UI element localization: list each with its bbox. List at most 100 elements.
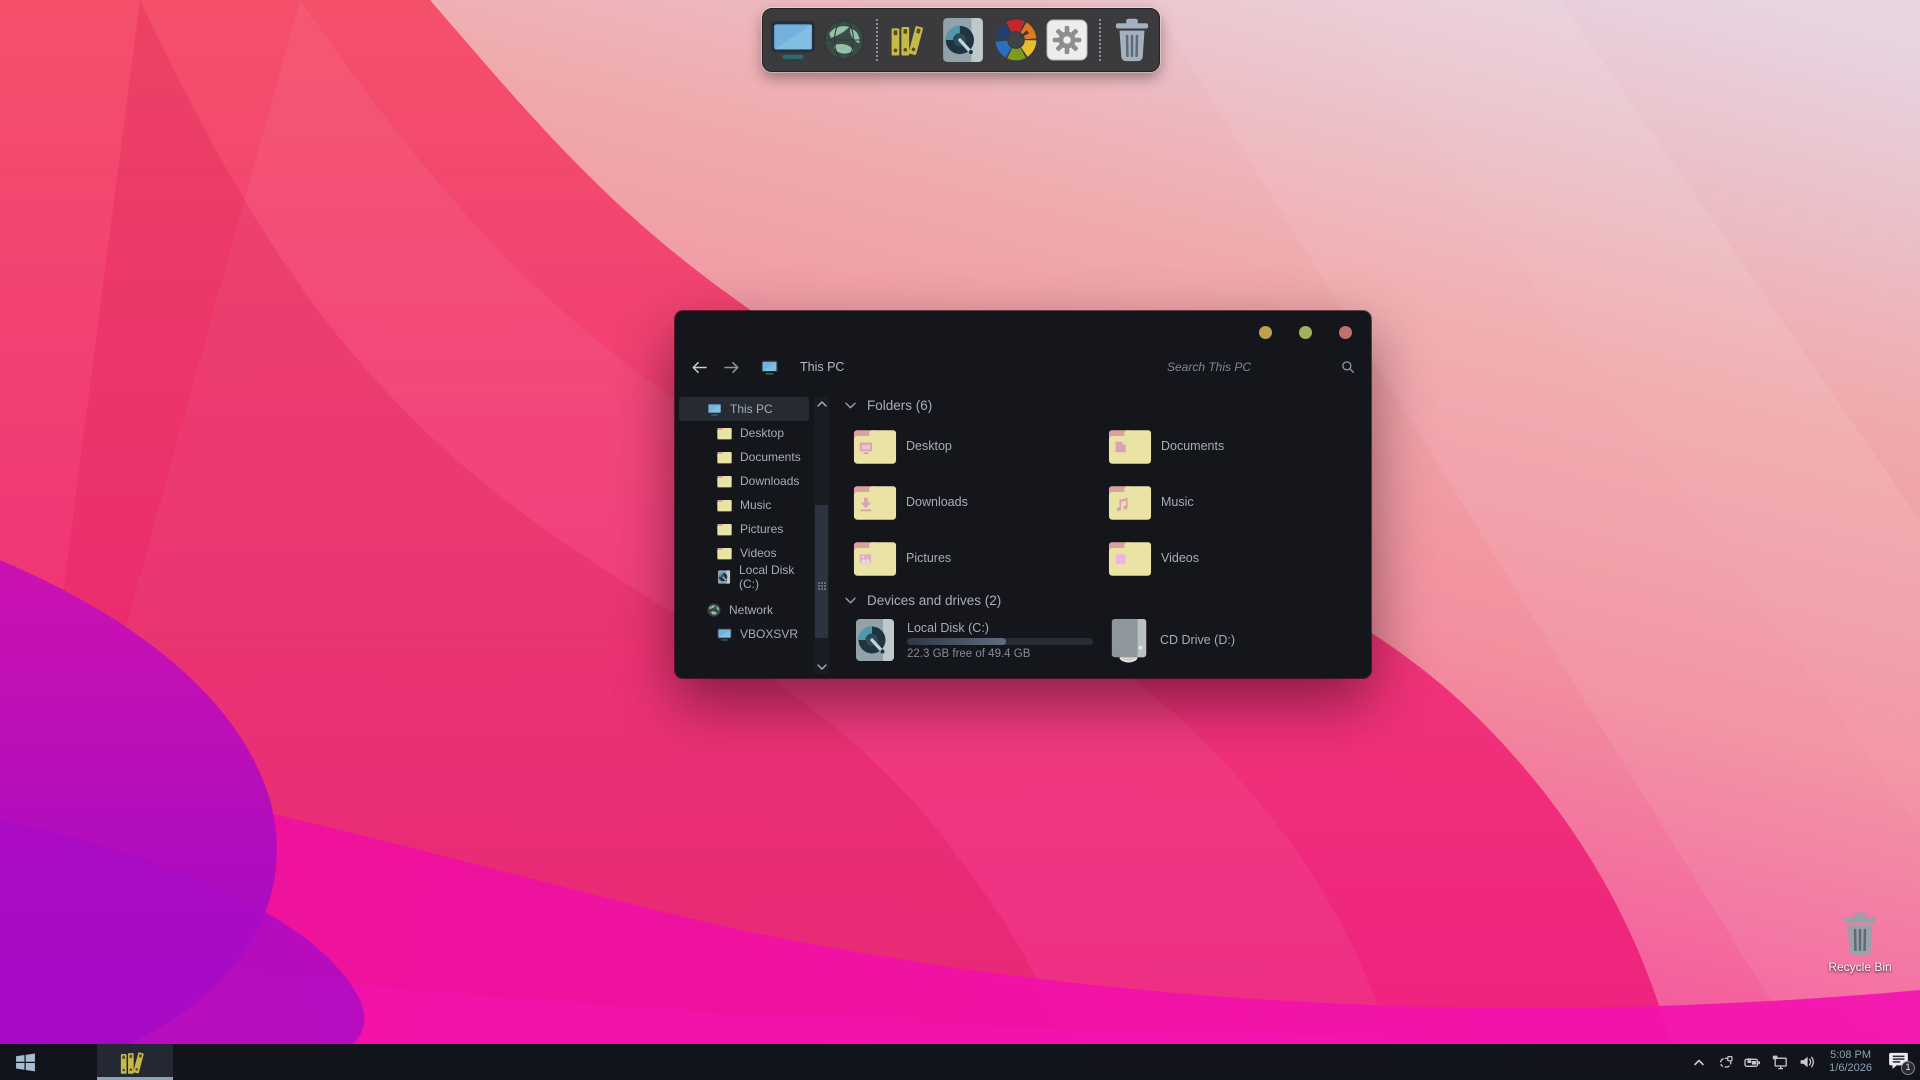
folder-icon [717, 547, 732, 560]
arrow-right-icon [723, 361, 740, 374]
file-binders-icon [889, 20, 933, 60]
disk-usage-fill [907, 638, 1006, 645]
drive-tile-cd[interactable]: CD Drive (D:) [1108, 614, 1363, 666]
cd-drive-icon [1108, 618, 1150, 663]
explorer-body: This PC Desktop Documents Downloads Musi… [675, 397, 1371, 678]
dock-separator [1099, 19, 1101, 61]
sidebar-item-network[interactable]: Network [679, 598, 809, 622]
search-icon[interactable] [1341, 360, 1355, 374]
recycle-bin-shortcut[interactable]: Recycle Bin [1822, 912, 1898, 974]
volume-icon [1799, 1054, 1815, 1070]
folder-tile-pictures[interactable]: Pictures [853, 530, 1108, 586]
sidebar-item-pictures[interactable]: Pictures [679, 517, 809, 541]
location-monitor-icon [761, 360, 778, 375]
folder-icon [853, 540, 897, 577]
minimize-button[interactable] [1259, 326, 1272, 339]
content-pane: Folders (6) Desktop Documents Downloads [835, 397, 1371, 678]
folder-icon [717, 499, 732, 512]
folder-icon [717, 451, 732, 464]
window-titlebar[interactable] [675, 311, 1371, 351]
this-pc-monitor-icon [770, 20, 816, 60]
start-button[interactable] [0, 1044, 50, 1080]
sidebar-scrollbar[interactable] [814, 397, 829, 674]
launcher-dock [762, 8, 1160, 72]
folder-tile-videos[interactable]: Videos [1108, 530, 1363, 586]
folder-icon [1108, 540, 1152, 577]
dock-color-wheel-button[interactable] [993, 15, 1039, 65]
folders-section-header[interactable]: Folders (6) [845, 397, 932, 413]
scroll-down-button[interactable] [814, 660, 829, 674]
disk-free-text: 22.3 GB free of 49.4 GB [907, 648, 1095, 660]
forward-button[interactable] [719, 355, 743, 379]
battery-icon [1744, 1054, 1761, 1070]
scrollbar-thumb[interactable] [815, 505, 828, 638]
search-input[interactable] [1163, 355, 1359, 379]
sidebar-item-downloads[interactable]: Downloads [679, 469, 809, 493]
taskbar-file-explorer-button[interactable] [97, 1044, 173, 1080]
folder-icon [717, 523, 732, 536]
sidebar-item-documents[interactable]: Documents [679, 445, 809, 469]
trash-icon [1112, 18, 1152, 62]
folder-icon [1108, 484, 1152, 521]
sidebar-item-local-disk[interactable]: Local Disk (C:) [679, 565, 809, 589]
dock-trash-button[interactable] [1112, 15, 1152, 65]
volume-tray-button[interactable] [1798, 1054, 1815, 1071]
scrollbar-grip-icon [817, 581, 827, 591]
virtualbox-tray-button[interactable] [1717, 1054, 1734, 1071]
dock-this-pc-button[interactable] [770, 15, 816, 65]
sidebar-item-videos[interactable]: Videos [679, 541, 809, 565]
maximize-button[interactable] [1299, 326, 1312, 339]
file-binders-icon [119, 1048, 151, 1077]
sidebar-item-desktop[interactable]: Desktop [679, 421, 809, 445]
trash-icon [1841, 912, 1879, 956]
folder-tile-music[interactable]: Music [1108, 474, 1363, 530]
dock-settings-button[interactable] [1046, 15, 1088, 65]
back-button[interactable] [687, 355, 711, 379]
dock-disk-button[interactable] [940, 15, 986, 65]
color-wheel-icon [993, 17, 1039, 63]
battery-tray-button[interactable] [1744, 1054, 1761, 1071]
network-globe-icon [823, 19, 865, 61]
folder-icon [717, 475, 732, 488]
folder-icon [1108, 428, 1152, 465]
dock-network-button[interactable] [823, 15, 865, 65]
scroll-up-button[interactable] [814, 397, 829, 411]
devices-section-header[interactable]: Devices and drives (2) [845, 592, 1001, 608]
hard-disk-icon [853, 618, 897, 662]
settings-gear-icon [1046, 19, 1088, 61]
sidebar-item-music[interactable]: Music [679, 493, 809, 517]
hidden-icons-button[interactable] [1690, 1054, 1707, 1071]
disk-icon [717, 570, 731, 584]
sidebar-item-this-pc[interactable]: This PC [679, 397, 809, 421]
chevron-up-icon [1691, 1054, 1707, 1070]
network-tray-button[interactable] [1771, 1054, 1788, 1071]
chevron-down-icon [845, 596, 856, 605]
folder-icon [853, 428, 897, 465]
recycle-bin-label: Recycle Bin [1822, 960, 1898, 974]
clock[interactable]: 5:08 PM 1/6/2026 [1825, 1049, 1876, 1075]
virtualbox-icon [1718, 1054, 1734, 1070]
close-button[interactable] [1339, 326, 1352, 339]
dock-file-explorer-button[interactable] [889, 15, 933, 65]
monitor-icon [717, 628, 732, 641]
folder-tile-documents[interactable]: Documents [1108, 418, 1363, 474]
notification-center-button[interactable]: 1 [1888, 1051, 1912, 1073]
chevron-down-icon [817, 663, 827, 671]
notification-badge: 1 [1901, 1061, 1915, 1075]
breadcrumb[interactable]: This PC [800, 360, 844, 374]
folders-grid: Desktop Documents Downloads Music Pictur… [853, 418, 1363, 586]
folder-tile-desktop[interactable]: Desktop [853, 418, 1108, 474]
dock-separator [876, 19, 878, 61]
chevron-up-icon [817, 400, 827, 408]
folder-icon [717, 427, 732, 440]
globe-icon [707, 603, 721, 617]
arrow-left-icon [691, 361, 708, 374]
drive-tile-local-disk[interactable]: Local Disk (C:) 22.3 GB free of 49.4 GB [853, 614, 1108, 666]
drives-grid: Local Disk (C:) 22.3 GB free of 49.4 GB … [853, 614, 1363, 666]
system-tray: 5:08 PM 1/6/2026 1 [1690, 1044, 1920, 1080]
sidebar-item-vboxsvr[interactable]: VBOXSVR [679, 622, 809, 646]
clock-time: 5:08 PM [1829, 1049, 1872, 1062]
folder-tile-downloads[interactable]: Downloads [853, 474, 1108, 530]
search-box [1163, 355, 1359, 379]
taskbar: 5:08 PM 1/6/2026 1 [0, 1044, 1920, 1080]
